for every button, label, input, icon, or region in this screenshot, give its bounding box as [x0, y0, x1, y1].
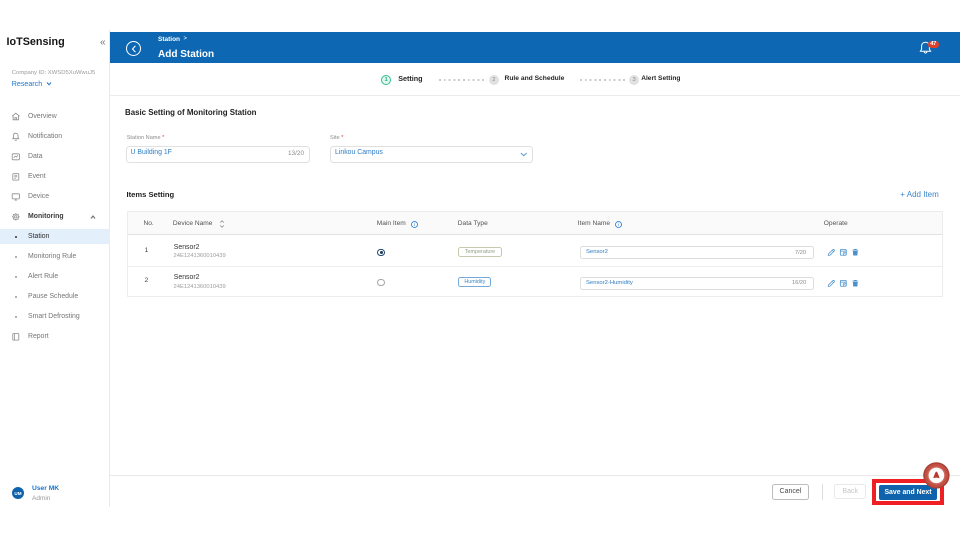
- svg-text:i: i: [618, 222, 619, 227]
- svg-text:i: i: [414, 222, 415, 227]
